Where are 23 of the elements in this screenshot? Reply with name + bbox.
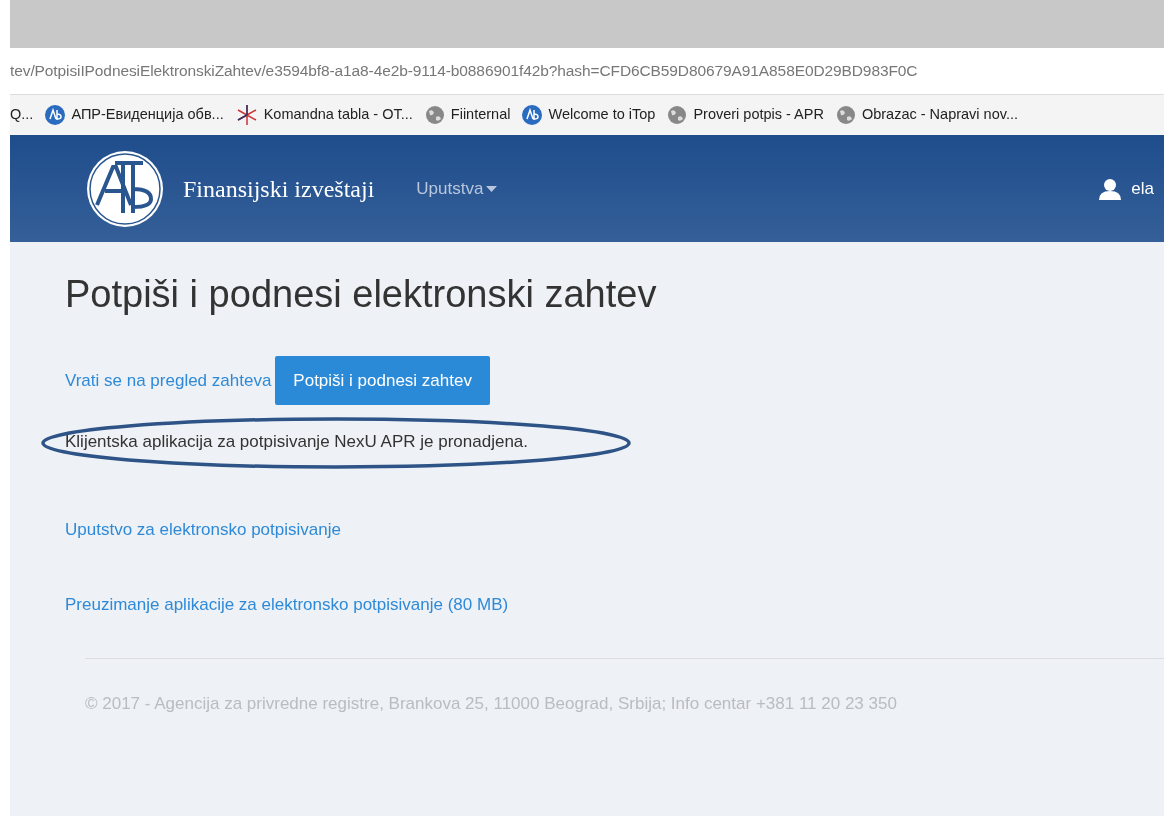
bookmark[interactable]: Q... xyxy=(10,104,34,126)
bookmark[interactable]: АПР-Евиденција обв... xyxy=(71,104,224,126)
status-message: Klijentska aplikacija za potpisivanje NexU APR je pronadjena. xyxy=(65,432,529,452)
asterisk-icon xyxy=(235,104,258,126)
brand-title[interactable]: Finansijski izveštaji xyxy=(183,170,375,207)
guides-menu[interactable]: Uputstva xyxy=(416,175,498,202)
globe-icon xyxy=(424,105,445,125)
user-name[interactable]: ela xyxy=(1131,175,1154,202)
sign-submit-button[interactable]: Potpiši i podnesi zahtev xyxy=(275,355,490,406)
bookmark[interactable]: Obrazac - Napravi nov... xyxy=(861,104,1018,126)
caret-icon xyxy=(486,185,498,192)
globe-icon xyxy=(667,105,688,125)
globe-icon xyxy=(835,105,856,125)
logo-icon xyxy=(85,148,165,229)
address-bar[interactable]: tev/PotpisiIPodnesiElektronskiZahtev/e3594bf8-a1a8-4e2b-9114-b0886901f42b?hash=CFD6CB59D80679A91A858E0D29BD983F0C xyxy=(10,48,1164,95)
page-title: Potpiši i podnesi elektronski zahtev xyxy=(65,272,658,317)
logo-icon xyxy=(45,105,66,125)
bookmark[interactable]: Proveri potpis - APR xyxy=(693,104,824,126)
bookmark[interactable]: Fiinternal xyxy=(450,104,511,126)
logo-icon xyxy=(522,105,543,125)
user-icon xyxy=(1099,177,1122,200)
bookmark[interactable]: Komandna tabla - OT... xyxy=(263,104,413,126)
bookmark[interactable]: Welcome to iTop xyxy=(548,104,656,126)
